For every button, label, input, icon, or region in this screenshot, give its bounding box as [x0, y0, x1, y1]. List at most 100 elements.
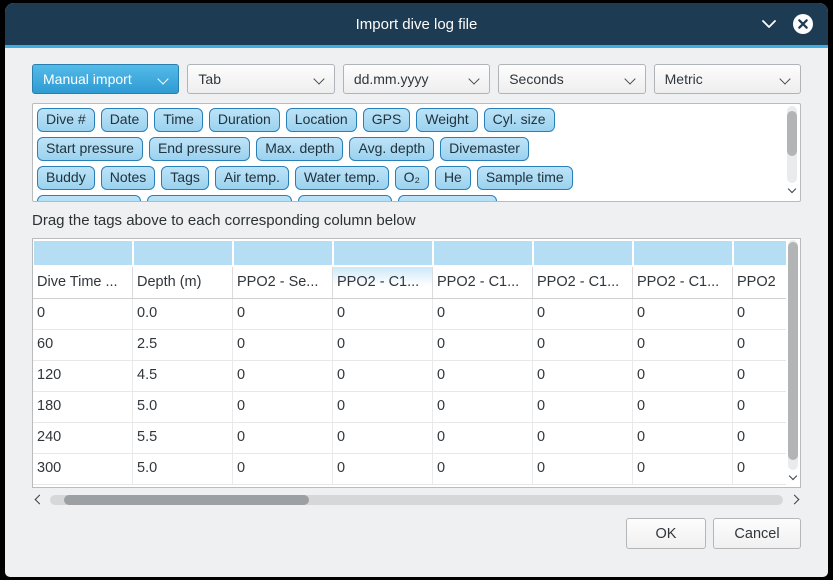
- column-drop-target[interactable]: [334, 241, 432, 265]
- scrollbar-handle[interactable]: [787, 111, 797, 156]
- table-cell: 0: [333, 423, 433, 453]
- column-drop-target[interactable]: [34, 241, 132, 265]
- close-icon: [792, 13, 814, 35]
- column-header[interactable]: PPO2 - C1...: [533, 267, 633, 298]
- column-header[interactable]: Depth (m): [133, 267, 233, 298]
- table-cell: 0: [533, 454, 633, 484]
- table-cell: 0: [333, 454, 433, 484]
- tag-duration[interactable]: Duration: [209, 108, 280, 132]
- table-vscrollbar[interactable]: [787, 240, 799, 486]
- column-drop-target[interactable]: [734, 241, 786, 265]
- tag-end-pressure[interactable]: End pressure: [149, 137, 250, 161]
- tag-divemaster[interactable]: Divemaster: [440, 137, 529, 161]
- tag-row: Sample depth Sample temperature Sample pO₂…: [37, 195, 780, 202]
- table-cell: 0: [633, 392, 733, 422]
- tag-sample-depth[interactable]: Sample depth: [37, 195, 141, 202]
- tag-row: BuddyNotesTagsAir temp.Water temp.O₂HeSa…: [37, 166, 780, 190]
- field-separator-combo[interactable]: Tab: [187, 64, 334, 94]
- instruction-text: Drag the tags above to each correspondin…: [32, 212, 801, 229]
- column-header[interactable]: PPO2 - Se...: [233, 267, 333, 298]
- tag-sample-cns[interactable]: Sample CNS: [398, 195, 497, 202]
- window-title: Import dive log file: [356, 16, 478, 33]
- tag-sample-po[interactable]: Sample pO₂: [298, 195, 391, 202]
- table-cell: 2.5: [133, 330, 233, 360]
- table-hscrollbar[interactable]: [32, 492, 801, 507]
- units-combo[interactable]: Metric: [654, 64, 801, 94]
- table-cell: 0: [733, 361, 786, 391]
- tag-pool-scrollbar[interactable]: [786, 106, 798, 199]
- column-drop-target[interactable]: [534, 241, 632, 265]
- cancel-button[interactable]: Cancel: [713, 518, 801, 549]
- scrollbar-track[interactable]: [50, 495, 783, 505]
- table-cell: 0: [633, 299, 733, 329]
- scroll-down-arrow[interactable]: [790, 466, 796, 484]
- column-header[interactable]: PPO2 - C1...: [333, 267, 433, 298]
- tag-tags[interactable]: Tags: [161, 166, 209, 190]
- column-header[interactable]: PPO2 - C1...: [633, 267, 733, 298]
- tag-o[interactable]: O₂: [395, 166, 429, 190]
- chevron-down-button[interactable]: [761, 19, 777, 29]
- table-cell: 0: [433, 423, 533, 453]
- tag-location[interactable]: Location: [286, 108, 357, 132]
- table-cell: 0: [633, 454, 733, 484]
- scroll-left-arrow[interactable]: [32, 496, 46, 503]
- table-cell: 5.5: [133, 423, 233, 453]
- column-header[interactable]: Dive Time ...: [33, 267, 133, 298]
- titlebar[interactable]: Import dive log file: [5, 3, 828, 45]
- tag-he[interactable]: He: [435, 166, 471, 190]
- table-row: 00.0000000: [33, 299, 786, 330]
- tag-buddy[interactable]: Buddy: [37, 166, 95, 190]
- scroll-right-arrow[interactable]: [787, 496, 801, 503]
- table-cell: 0: [333, 330, 433, 360]
- table-row: 2405.5000000: [33, 423, 786, 454]
- table-cell: 0: [233, 454, 333, 484]
- table-cell: 0.0: [133, 299, 233, 329]
- column-drop-target[interactable]: [634, 241, 732, 265]
- table-view: Dive Time ...Depth (m)PPO2 - Se...PPO2 -…: [33, 239, 786, 487]
- chevron-down-icon: [624, 73, 635, 84]
- tag-time[interactable]: Time: [154, 108, 203, 132]
- tag-water-temp[interactable]: Water temp.: [295, 166, 389, 190]
- import-mode-combo[interactable]: Manual import: [32, 64, 179, 94]
- table-cell: 0: [533, 299, 633, 329]
- duration-format-combo[interactable]: Seconds: [498, 64, 645, 94]
- tag-sample-temperature[interactable]: Sample temperature: [147, 195, 292, 202]
- tag-notes[interactable]: Notes: [101, 166, 156, 190]
- field-separator-value: Tab: [198, 71, 221, 87]
- column-header-row: Dive Time ...Depth (m)PPO2 - Se...PPO2 -…: [33, 267, 786, 299]
- scrollbar-handle[interactable]: [64, 495, 309, 505]
- table-row: 1805.0000000: [33, 392, 786, 423]
- tag-air-temp[interactable]: Air temp.: [215, 166, 289, 190]
- ok-button[interactable]: OK: [626, 518, 706, 549]
- table-cell: 5.0: [133, 392, 233, 422]
- table-cell: 0: [433, 392, 533, 422]
- date-format-combo[interactable]: dd.mm.yyyy: [343, 64, 490, 94]
- column-drop-target[interactable]: [434, 241, 532, 265]
- tag-dive[interactable]: Dive #: [37, 108, 95, 132]
- column-header[interactable]: PPO2 - C1...: [433, 267, 533, 298]
- tag-max-depth[interactable]: Max. depth: [256, 137, 343, 161]
- tag-weight[interactable]: Weight: [416, 108, 477, 132]
- scrollbar-handle[interactable]: [788, 242, 798, 460]
- tag-date[interactable]: Date: [101, 108, 149, 132]
- titlebar-buttons: [761, 3, 814, 45]
- table-row: 3005.0000000: [33, 454, 786, 485]
- tag-gps[interactable]: GPS: [363, 108, 411, 132]
- close-button[interactable]: [792, 13, 814, 35]
- table-cell: 60: [33, 330, 133, 360]
- table-cell: 0: [533, 330, 633, 360]
- tag-avg-depth[interactable]: Avg. depth: [349, 137, 434, 161]
- table-cell: 0: [333, 299, 433, 329]
- tag-cyl-size[interactable]: Cyl. size: [484, 108, 555, 132]
- tag-start-pressure[interactable]: Start pressure: [37, 137, 143, 161]
- column-drop-target[interactable]: [234, 241, 332, 265]
- scroll-down-arrow[interactable]: [789, 179, 795, 197]
- table-row: 602.5000000: [33, 330, 786, 361]
- dialog-content: Manual import Tab dd.mm.yyyy Seconds Met…: [5, 48, 828, 549]
- tag-sample-time[interactable]: Sample time: [477, 166, 573, 190]
- table-cell: 0: [233, 361, 333, 391]
- column-header[interactable]: PPO2: [733, 267, 786, 298]
- table-cell: 120: [33, 361, 133, 391]
- import-dive-log-dialog: Import dive log file Manual import: [5, 3, 828, 577]
- column-drop-target[interactable]: [134, 241, 232, 265]
